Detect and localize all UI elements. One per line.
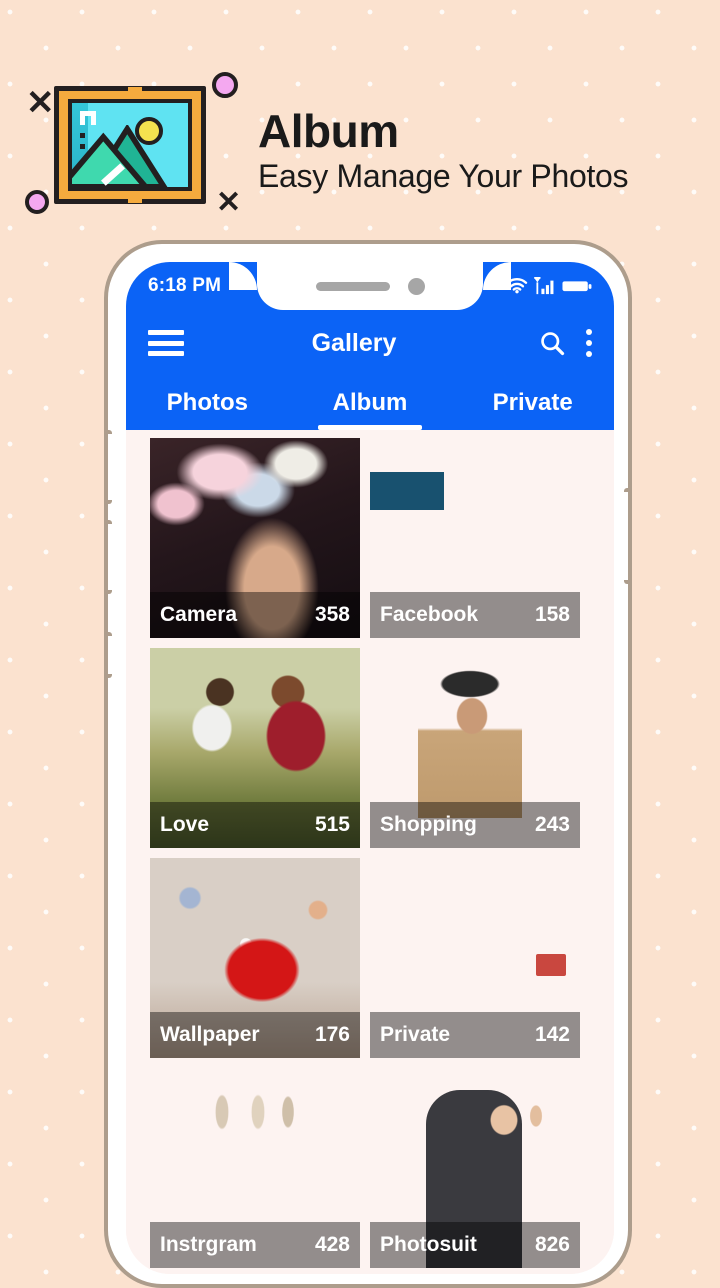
album-count: 176 — [314, 1023, 350, 1046]
album-label: Shopping 243 — [370, 802, 580, 848]
circle-dot-icon — [212, 72, 238, 98]
tab-private[interactable]: Private — [451, 376, 614, 430]
corner-dot — [80, 133, 85, 138]
album-card-shopping[interactable]: Shopping 243 — [370, 648, 580, 848]
album-count: 826 — [534, 1233, 570, 1256]
album-card-wallpaper[interactable]: Wallpaper 176 — [150, 858, 360, 1058]
mountains-shape — [72, 125, 168, 187]
album-name: Facebook — [380, 603, 479, 626]
tab-bar: Photos Album Private — [126, 376, 614, 430]
app-logo: ✕ ✕ — [24, 72, 242, 219]
album-card-love[interactable]: Love 515 — [150, 648, 360, 848]
album-grid: Camera 358 Facebook 158 Love 515 Shoppin… — [126, 430, 614, 1274]
album-label: Photosuit 826 — [370, 1222, 580, 1268]
search-icon[interactable] — [538, 329, 566, 357]
album-label: Facebook 158 — [370, 592, 580, 638]
album-label: Instrgram 428 — [150, 1222, 360, 1268]
album-count: 428 — [314, 1233, 350, 1256]
picture-frame-icon — [54, 86, 206, 204]
album-card-private[interactable]: Private 142 — [370, 858, 580, 1058]
notch-ear-right — [483, 262, 511, 290]
app-bar-title: Gallery — [311, 328, 397, 357]
album-name: Photosuit — [380, 1233, 477, 1256]
album-count: 515 — [314, 813, 350, 836]
speaker-grille-icon — [315, 281, 390, 291]
album-card-facebook[interactable]: Facebook 158 — [370, 438, 580, 638]
power-button[interactable] — [624, 488, 628, 584]
album-label: Wallpaper 176 — [150, 1012, 360, 1058]
album-name: Camera — [160, 603, 238, 626]
album-count: 158 — [534, 603, 570, 626]
phone-screen: 6:18 PM Gallery Photos Album Private Cam… — [126, 262, 614, 1274]
volume-up-button[interactable] — [108, 430, 112, 504]
album-name: Instrgram — [160, 1233, 257, 1256]
x-mark-icon: ✕ — [26, 84, 55, 122]
brand-header: ✕ ✕ Album Easy Manage Your Photos — [0, 0, 720, 236]
album-label: Camera 358 — [150, 592, 360, 638]
tab-photos[interactable]: Photos — [126, 376, 289, 430]
mute-switch-button[interactable] — [108, 632, 112, 678]
tab-album[interactable]: Album — [289, 376, 452, 430]
frame-tick-bottom — [128, 196, 142, 203]
album-name: Love — [160, 813, 210, 836]
x-mark-icon: ✕ — [216, 186, 242, 219]
album-count: 358 — [314, 603, 350, 626]
phone-notch — [257, 262, 483, 310]
phone-mockup: 6:18 PM Gallery Photos Album Private Cam… — [104, 240, 632, 1288]
volume-down-button[interactable] — [108, 520, 112, 594]
frame-tick-top — [128, 87, 142, 94]
corner-dot — [80, 144, 85, 149]
album-name: Shopping — [380, 813, 477, 836]
album-name: Private — [380, 1023, 451, 1046]
page-subtitle: Easy Manage Your Photos — [258, 158, 629, 194]
album-card-camera[interactable]: Camera 358 — [150, 438, 360, 638]
album-count: 243 — [534, 813, 570, 836]
album-label: Love 515 — [150, 802, 360, 848]
app-bar-actions — [538, 329, 592, 357]
kebab-menu-icon[interactable] — [586, 329, 592, 357]
album-card-photosuit[interactable]: Photosuit 826 — [370, 1068, 580, 1268]
album-name: Wallpaper — [160, 1023, 260, 1046]
circle-dot-icon — [25, 190, 49, 214]
app-bar-row: Gallery — [126, 310, 614, 376]
phone-body: 6:18 PM Gallery Photos Album Private Cam… — [104, 240, 632, 1288]
page-title: Album — [258, 105, 399, 157]
corner-bracket — [80, 111, 96, 125]
frame-picture — [68, 99, 192, 191]
notch-ear-left — [229, 262, 257, 290]
album-count: 142 — [534, 1023, 570, 1046]
album-card-instrgram[interactable]: Instrgram 428 — [150, 1068, 360, 1268]
front-camera-icon — [407, 277, 425, 295]
album-label: Private 142 — [370, 1012, 580, 1058]
